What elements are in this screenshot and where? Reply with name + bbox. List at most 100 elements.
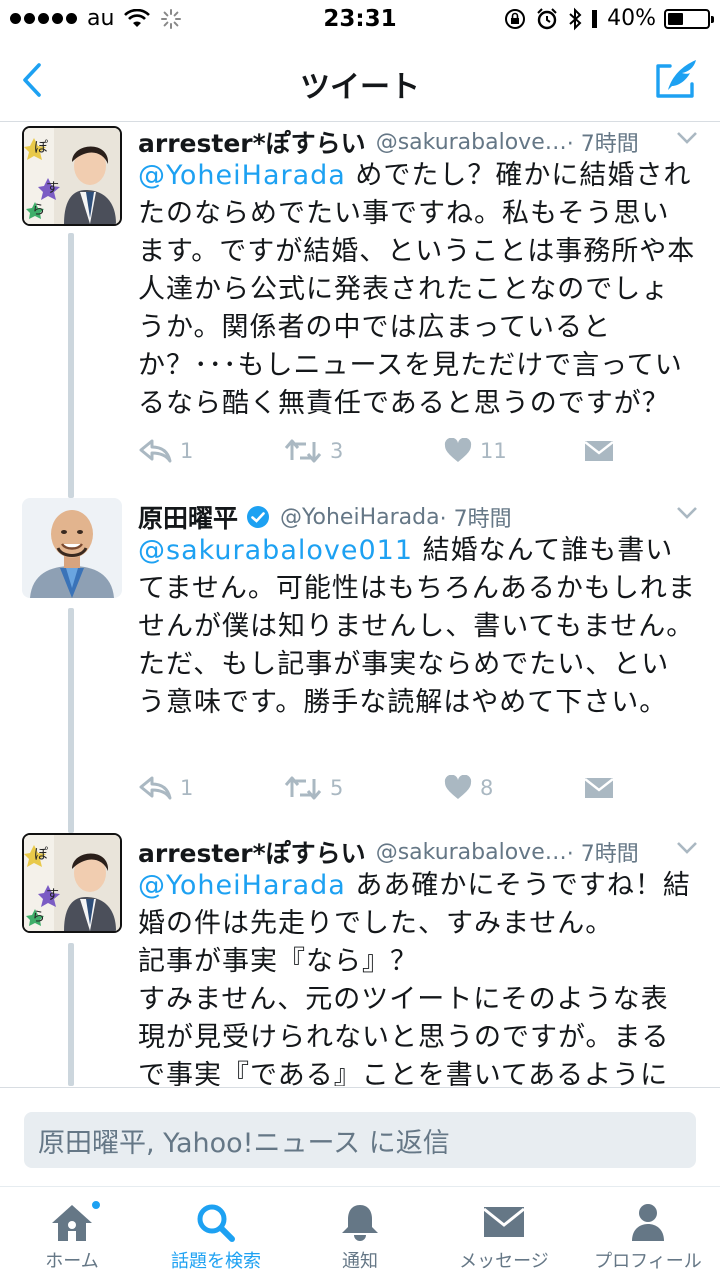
reply-icon (139, 776, 172, 800)
avatar[interactable]: ぽ す ら (22, 126, 122, 226)
envelope-icon (584, 778, 614, 798)
tab-notifications[interactable]: 通知 (288, 1187, 432, 1280)
tab-messages[interactable]: メッセージ (432, 1187, 576, 1280)
tweet-line: @YoheiHarada ああ確かにそうですね！結婚の件は先走りでした、すみませ… (138, 867, 696, 943)
direct-message-button[interactable] (584, 439, 614, 463)
display-name[interactable]: arrester*ぽすらい (138, 834, 366, 870)
alarm-icon (537, 7, 557, 29)
tab-label: メッセージ (459, 1251, 549, 1272)
tab-search[interactable]: 話題を検索 (144, 1187, 288, 1280)
retweet-icon (284, 439, 322, 463)
envelope-icon (584, 441, 614, 461)
mention-link[interactable]: @YoheiHarada (138, 870, 346, 901)
tab-home[interactable]: ホーム (0, 1187, 144, 1280)
chevron-down-icon[interactable] (676, 506, 698, 520)
direct-message-button[interactable] (584, 776, 614, 800)
thread-connector (68, 608, 74, 833)
verified-badge-icon (247, 506, 270, 528)
status-right: 40% (503, 6, 714, 31)
compose-tweet-icon (656, 60, 696, 98)
reply-button[interactable]: 1 (138, 775, 284, 801)
nav-bar: ツイート (0, 40, 720, 122)
tweet[interactable]: ぽ す ら arrester*ぽすらい @sakurabalove… · 7時間… (0, 833, 720, 1086)
notification-dot (90, 1199, 102, 1211)
tweet-text-content: めでたし？確かに結婚されたのならめでたい事ですね。私もそう思います。ですが結婚、… (138, 160, 696, 419)
status-bar: au 23:31 40% (0, 0, 720, 40)
tab-label: 通知 (342, 1251, 378, 1272)
tab-bar: ホーム 話題を検索 通知 メッセージ プロフィール (0, 1186, 720, 1280)
svg-text:ら: ら (32, 203, 45, 218)
reply-icon (139, 439, 172, 463)
home-icon (52, 1205, 92, 1241)
tab-label: 話題を検索 (171, 1251, 261, 1272)
reply-count: 1 (180, 439, 194, 463)
like-count: 8 (480, 776, 494, 800)
chevron-down-icon[interactable] (676, 841, 698, 855)
svg-text:す: す (46, 181, 59, 196)
battery-percent: 40% (607, 6, 656, 31)
svg-text:ぽ: ぽ (34, 140, 48, 156)
reply-button[interactable]: 1 (138, 438, 284, 464)
envelope-icon (483, 1207, 525, 1237)
tab-label: プロフィール (594, 1251, 702, 1272)
tweet-actions: 1 5 8 (138, 768, 696, 808)
person-icon (632, 1204, 664, 1241)
avatar[interactable]: ぽ す ら (22, 833, 122, 933)
avatar[interactable] (22, 498, 122, 598)
bell-icon (342, 1205, 378, 1241)
chevron-down-icon[interactable] (676, 131, 698, 145)
user-handle: @YoheiHarada (280, 504, 440, 530)
user-handle: @sakurabalove… (375, 129, 567, 155)
svg-text:ぽ: ぽ (34, 847, 48, 863)
tweet-thread[interactable]: ぽ す ら arrester*ぽすらい @sakurabalove… · 7時間… (0, 123, 720, 1086)
tweet-header: arrester*ぽすらい @sakurabalove… · 7時間 (138, 123, 700, 161)
tweet-header: arrester*ぽすらい @sakurabalove… · 7時間 (138, 833, 700, 871)
compose-button[interactable] (654, 56, 702, 102)
mention-link[interactable]: @YoheiHarada (138, 160, 346, 191)
thread-connector (68, 943, 74, 1086)
user-handle: @sakurabalove… (375, 839, 567, 865)
rotation-lock-icon (505, 8, 526, 29)
heart-icon (444, 775, 472, 799)
retweet-button[interactable]: 3 (284, 438, 444, 464)
tweet[interactable]: 原田曜平 @YoheiHarada · 7時間 @sakurabalove011… (0, 498, 720, 833)
bluetooth-icon (569, 7, 582, 30)
tweet-time: · 7時間 (566, 132, 639, 157)
reply-input[interactable]: 原田曜平, Yahoo!ニュース に返信 (24, 1112, 696, 1168)
tweet-text: @YoheiHarada ああ確かにそうですね！結婚の件は先走りでした、すみませ… (138, 867, 696, 1086)
avatar-image: ぽ す ら (24, 128, 120, 224)
like-button[interactable]: 11 (444, 438, 584, 464)
svg-text:ら: ら (32, 910, 45, 925)
svg-text:す: す (46, 888, 59, 903)
retweet-button[interactable]: 5 (284, 775, 444, 801)
tweet-time: · 7時間 (566, 842, 639, 867)
search-icon (197, 1204, 235, 1242)
reply-bar: 原田曜平, Yahoo!ニュース に返信 (0, 1087, 720, 1185)
like-button[interactable]: 8 (444, 775, 584, 801)
reply-count: 1 (180, 776, 194, 800)
like-count: 11 (480, 439, 507, 463)
retweet-count: 3 (330, 439, 344, 463)
mention-link[interactable]: @sakurabalove011 (138, 535, 413, 566)
page-title: ツイート (300, 70, 420, 105)
avatar-image: ぽ す ら (24, 835, 120, 931)
tweet-actions: 1 3 11 (138, 431, 696, 471)
tab-profile[interactable]: プロフィール (576, 1187, 720, 1280)
heart-icon (444, 438, 472, 462)
tab-label: ホーム (45, 1251, 99, 1272)
display-name[interactable]: 原田曜平 (138, 499, 238, 535)
thread-connector (68, 233, 74, 498)
tweet-text: @sakurabalove011 結婚なんて誰も書いてません。可能性はもちろんあ… (138, 532, 696, 722)
tweet-text: @YoheiHarada めでたし？確かに結婚されたのならめでたい事ですね。私も… (138, 157, 696, 423)
display-name[interactable]: arrester*ぽすらい (138, 124, 366, 160)
tweet-header: 原田曜平 @YoheiHarada · 7時間 (138, 498, 700, 536)
tweet-time: · 7時間 (439, 507, 512, 532)
retweet-count: 5 (330, 776, 344, 800)
retweet-icon (284, 776, 322, 800)
signal-bar-icon (592, 9, 598, 28)
tweet-line: 記事が事実『なら』？ (138, 946, 418, 977)
battery-icon (664, 8, 714, 29)
tweet[interactable]: ぽ す ら arrester*ぽすらい @sakurabalove… · 7時間… (0, 123, 720, 498)
avatar-image (22, 498, 122, 598)
tweet-line: すみません、元のツイートにそのような表現が見受けられないと思うのですが。まるで事… (138, 984, 670, 1086)
